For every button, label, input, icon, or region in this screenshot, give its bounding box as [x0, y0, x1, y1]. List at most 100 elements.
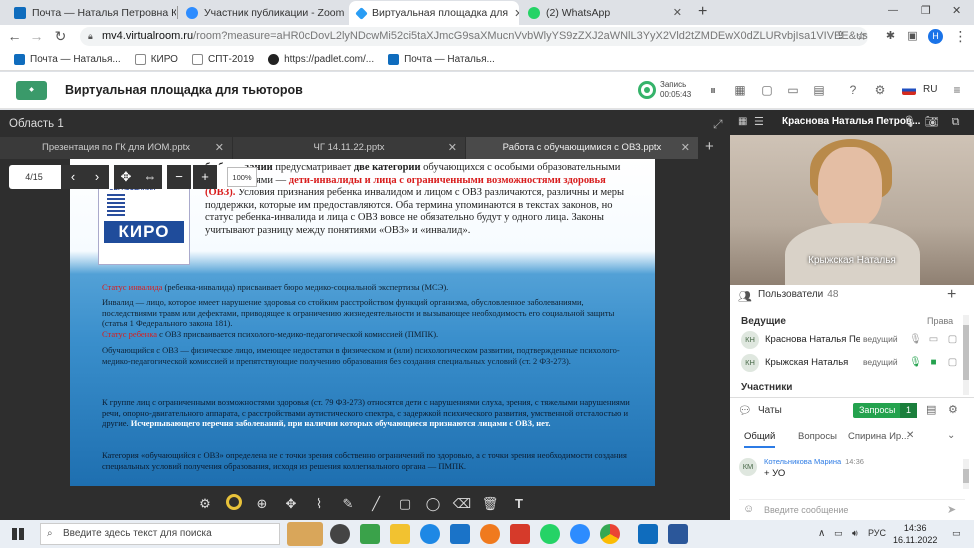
prev-slide-button[interactable]: ‹: [61, 165, 85, 189]
screen-icon[interactable]: ▭: [786, 83, 800, 97]
close-window-icon[interactable]: ✕: [952, 4, 961, 17]
browser-tab-virtualroom[interactable]: Виртуальная площадка для ✕: [349, 1, 519, 25]
back-icon[interactable]: ←: [6, 28, 23, 45]
reload-icon[interactable]: ↻: [52, 28, 69, 45]
browser-tab-zoom[interactable]: Участник публикации - Zoom ✕: [178, 2, 348, 23]
close-icon[interactable]: ✕: [508, 7, 519, 20]
mic-off-icon[interactable]: 🎙︎: [902, 115, 917, 130]
zoom-icon[interactable]: [570, 524, 590, 544]
screen-share-icon[interactable]: ▢: [946, 356, 959, 369]
file-tab-active[interactable]: Работа с обучающимися с ОВЗ.pptx ✕: [466, 137, 698, 159]
notifications-icon[interactable]: ▭: [952, 528, 961, 539]
edge-icon[interactable]: [420, 524, 440, 544]
bookmark-item[interactable]: Почта — Наталья...: [14, 53, 121, 65]
chat-tab-general[interactable]: Общий: [744, 431, 776, 448]
help-icon[interactable]: ?: [846, 83, 860, 97]
taskbar-clock[interactable]: 14:36 16.11.2022: [893, 522, 937, 546]
close-icon[interactable]: ✕: [448, 137, 457, 159]
word-icon[interactable]: [668, 524, 688, 544]
close-icon[interactable]: ✕: [906, 430, 914, 441]
chat-tab-questions[interactable]: Вопросы: [798, 431, 837, 442]
chat-tab-private[interactable]: Спирина Ир...: [848, 431, 909, 442]
layout-icon[interactable]: ▦: [733, 83, 747, 97]
file-tab[interactable]: ЧГ 14.11.22.pptx ✕: [233, 137, 465, 159]
forward-icon[interactable]: →: [28, 28, 45, 45]
chat-input[interactable]: ☺ Введите сообщение ➤: [739, 499, 965, 519]
fit-width-icon[interactable]: ⇔: [138, 165, 162, 189]
pen-icon[interactable]: ✎: [338, 494, 358, 514]
collapse-icon[interactable]: ⤢: [713, 117, 723, 132]
send-icon[interactable]: ➤: [947, 503, 956, 516]
bookmark-item[interactable]: https://padlet.com/...: [268, 53, 374, 65]
close-icon[interactable]: ✕: [215, 137, 224, 159]
outlook-icon[interactable]: [638, 524, 658, 544]
chat-scrollbar-thumb[interactable]: [963, 469, 969, 483]
maximize-icon[interactable]: ❐: [921, 4, 931, 17]
whatsapp-icon[interactable]: [540, 524, 560, 544]
eraser-icon[interactable]: ⌫: [452, 494, 472, 514]
users-scrollbar-thumb[interactable]: [963, 325, 969, 380]
bookmark-item[interactable]: Почта — Наталья...: [388, 53, 495, 65]
keyboard-language[interactable]: РУС: [868, 528, 886, 538]
zoom-out-button[interactable]: −: [167, 165, 191, 189]
menu-icon[interactable]: ≡: [950, 83, 964, 97]
list-view-icon[interactable]: ☰: [754, 115, 764, 128]
folder-icon[interactable]: [390, 524, 410, 544]
close-icon[interactable]: ✕: [667, 6, 682, 19]
app-icon[interactable]: [360, 524, 380, 544]
taskview-icon[interactable]: [330, 524, 350, 544]
color-picker-icon[interactable]: [226, 494, 242, 510]
firefox-icon[interactable]: [480, 524, 500, 544]
new-tab-button[interactable]: +: [698, 3, 707, 21]
window-icon[interactable]: ▢: [760, 83, 774, 97]
record-icon[interactable]: [638, 81, 656, 99]
close-icon[interactable]: ✕: [681, 137, 690, 159]
add-file-button[interactable]: +: [705, 138, 714, 155]
brush-icon[interactable]: ⌇: [309, 494, 329, 514]
sidepanel-icon[interactable]: ▣: [904, 28, 921, 45]
chevron-down-icon[interactable]: ⌄: [947, 430, 955, 441]
user-row[interactable]: КН Краснова Наталья Пе... ведущий 🎙︎ ▭ ▢: [741, 329, 963, 351]
mic-off-icon[interactable]: 🎙︎: [909, 333, 922, 346]
close-icon[interactable]: ✕: [344, 6, 348, 19]
chrome-icon[interactable]: [600, 524, 620, 544]
language-selector[interactable]: RU: [923, 84, 937, 95]
gear-icon[interactable]: ⚙: [948, 403, 958, 416]
russian-flag-icon[interactable]: [902, 85, 916, 95]
weather-widget-icon[interactable]: [287, 522, 323, 546]
store-icon[interactable]: [450, 524, 470, 544]
bookmark-item[interactable]: КИРО: [134, 53, 178, 65]
share-icon[interactable]: ⇪: [832, 28, 849, 45]
rectangle-icon[interactable]: ▢: [395, 494, 415, 514]
minimize-icon[interactable]: —: [888, 5, 898, 16]
tray-chevron-icon[interactable]: ∧: [818, 528, 825, 539]
line-icon[interactable]: ╱: [366, 494, 386, 514]
file-tab[interactable]: Презентация по ГК для ИОМ.pptx ✕: [0, 137, 232, 159]
volume-icon[interactable]: 🔊︎: [852, 528, 858, 539]
ellipse-icon[interactable]: ◯: [423, 494, 443, 514]
gear-icon[interactable]: ⚙: [873, 83, 887, 97]
move-icon[interactable]: ✥: [281, 494, 301, 514]
chat-list-icon[interactable]: ▤: [926, 403, 936, 416]
grid-icon[interactable]: ▤: [812, 83, 826, 97]
mic-on-icon[interactable]: 🎙︎: [909, 356, 922, 369]
trash-icon[interactable]: 🗑︎: [480, 494, 500, 514]
next-slide-button[interactable]: ›: [85, 165, 109, 189]
fit-icon[interactable]: ✥: [114, 165, 138, 189]
camera-off-icon[interactable]: 📷︎: [924, 115, 939, 130]
camera-off-icon[interactable]: ▭: [927, 333, 940, 346]
add-user-button[interactable]: +: [947, 286, 956, 304]
browser-tab-whatsapp[interactable]: (2) WhatsApp ✕: [520, 2, 690, 23]
screen-share-icon[interactable]: ▢: [946, 333, 959, 346]
windows-start-icon[interactable]: [12, 528, 24, 540]
requests-button[interactable]: Запросы 1: [853, 403, 917, 418]
popout-icon[interactable]: ⧉: [948, 115, 963, 130]
emoji-icon[interactable]: ☺: [743, 503, 754, 515]
browser-tab-mail[interactable]: Почта — Наталья Петровна Кр ✕: [6, 2, 176, 23]
chat-scrollbar[interactable]: [963, 459, 969, 489]
star-icon[interactable]: ☆: [853, 28, 870, 45]
extensions-icon[interactable]: ✱: [882, 28, 899, 45]
bookmark-item[interactable]: СПТ-2019: [191, 53, 254, 65]
grid-view-icon[interactable]: ▦: [738, 116, 747, 127]
magnify-icon[interactable]: ⊕: [252, 494, 272, 514]
